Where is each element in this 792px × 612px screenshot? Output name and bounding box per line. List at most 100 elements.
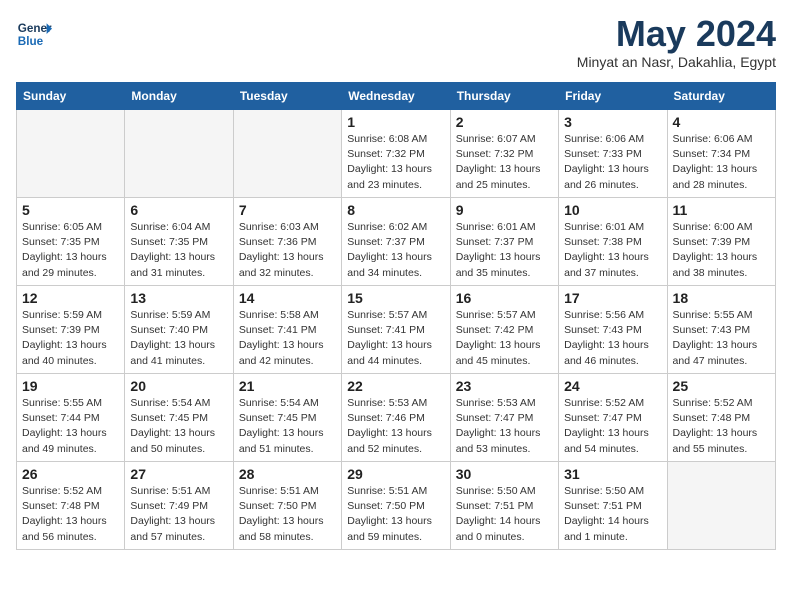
calendar-week-row: 19 Sunrise: 5:55 AMSunset: 7:44 PMDayligh… bbox=[17, 374, 776, 462]
day-number: 24 bbox=[564, 378, 661, 394]
day-info: Sunrise: 6:07 AMSunset: 7:32 PMDaylight:… bbox=[456, 132, 553, 193]
calendar-day-cell: 24 Sunrise: 5:52 AMSunset: 7:47 PMDayligh… bbox=[559, 374, 667, 462]
day-number: 10 bbox=[564, 202, 661, 218]
calendar-header-cell: Saturday bbox=[667, 83, 775, 110]
calendar-header-cell: Sunday bbox=[17, 83, 125, 110]
day-info: Sunrise: 5:56 AMSunset: 7:43 PMDaylight:… bbox=[564, 308, 661, 369]
day-number: 29 bbox=[347, 466, 444, 482]
calendar-week-row: 12Sunrise: 5:59 AMSunset: 7:39 PMDayligh… bbox=[17, 286, 776, 374]
day-number: 23 bbox=[456, 378, 553, 394]
day-info: Sunrise: 5:52 AMSunset: 7:47 PMDaylight:… bbox=[564, 396, 661, 457]
day-number: 11 bbox=[673, 202, 770, 218]
day-info: Sunrise: 5:53 AMSunset: 7:47 PMDaylight:… bbox=[456, 396, 553, 457]
day-info: Sunrise: 5:58 AMSunset: 7:41 PMDaylight:… bbox=[239, 308, 336, 369]
day-info: Sunrise: 6:06 AMSunset: 7:34 PMDaylight:… bbox=[673, 132, 770, 193]
calendar-week-row: 5Sunrise: 6:05 AMSunset: 7:35 PMDaylight… bbox=[17, 198, 776, 286]
calendar-day-cell: 10 Sunrise: 6:01 AMSunset: 7:38 PMDayligh… bbox=[559, 198, 667, 286]
calendar-day-cell: 3 Sunrise: 6:06 AMSunset: 7:33 PMDaylight… bbox=[559, 110, 667, 198]
day-number: 22 bbox=[347, 378, 444, 394]
day-number: 21 bbox=[239, 378, 336, 394]
calendar-day-cell: 2Sunrise: 6:07 AMSunset: 7:32 PMDaylight… bbox=[450, 110, 558, 198]
calendar-day-cell: 22Sunrise: 5:53 AMSunset: 7:46 PMDayligh… bbox=[342, 374, 450, 462]
calendar-day-cell: 21 Sunrise: 5:54 AMSunset: 7:45 PMDayligh… bbox=[233, 374, 341, 462]
calendar-header-cell: Friday bbox=[559, 83, 667, 110]
day-number: 20 bbox=[130, 378, 227, 394]
day-number: 30 bbox=[456, 466, 553, 482]
calendar-week-row: 26 Sunrise: 5:52 AMSunset: 7:48 PMDayligh… bbox=[17, 462, 776, 550]
logo: General Blue bbox=[16, 16, 52, 52]
calendar-day-cell: 7 Sunrise: 6:03 AMSunset: 7:36 PMDaylight… bbox=[233, 198, 341, 286]
day-info: Sunrise: 5:55 AMSunset: 7:43 PMDaylight:… bbox=[673, 308, 770, 369]
svg-text:Blue: Blue bbox=[18, 35, 44, 48]
day-info: Sunrise: 6:01 AMSunset: 7:37 PMDaylight:… bbox=[456, 220, 553, 281]
page-header: General Blue May 2024 Minyat an Nasr, Da… bbox=[16, 16, 776, 70]
day-info: Sunrise: 6:06 AMSunset: 7:33 PMDaylight:… bbox=[564, 132, 661, 193]
location: Minyat an Nasr, Dakahlia, Egypt bbox=[577, 54, 776, 70]
day-number: 31 bbox=[564, 466, 661, 482]
day-info: Sunrise: 5:50 AMSunset: 7:51 PMDaylight:… bbox=[456, 484, 553, 545]
calendar-day-cell: 25Sunrise: 5:52 AMSunset: 7:48 PMDayligh… bbox=[667, 374, 775, 462]
day-number: 19 bbox=[22, 378, 119, 394]
day-info: Sunrise: 5:59 AMSunset: 7:40 PMDaylight:… bbox=[130, 308, 227, 369]
day-info: Sunrise: 6:04 AMSunset: 7:35 PMDaylight:… bbox=[130, 220, 227, 281]
day-info: Sunrise: 6:01 AMSunset: 7:38 PMDaylight:… bbox=[564, 220, 661, 281]
calendar-day-cell: 6 Sunrise: 6:04 AMSunset: 7:35 PMDaylight… bbox=[125, 198, 233, 286]
day-number: 16 bbox=[456, 290, 553, 306]
day-info: Sunrise: 5:51 AMSunset: 7:50 PMDaylight:… bbox=[347, 484, 444, 545]
calendar-day-cell: 23 Sunrise: 5:53 AMSunset: 7:47 PMDayligh… bbox=[450, 374, 558, 462]
day-number: 6 bbox=[130, 202, 227, 218]
calendar-day-cell: 14 Sunrise: 5:58 AMSunset: 7:41 PMDayligh… bbox=[233, 286, 341, 374]
day-number: 8 bbox=[347, 202, 444, 218]
calendar-day-cell bbox=[667, 462, 775, 550]
calendar-day-cell: 26 Sunrise: 5:52 AMSunset: 7:48 PMDayligh… bbox=[17, 462, 125, 550]
title-block: May 2024 Minyat an Nasr, Dakahlia, Egypt bbox=[577, 16, 776, 70]
calendar-day-cell: 31 Sunrise: 5:50 AMSunset: 7:51 PMDayligh… bbox=[559, 462, 667, 550]
calendar-day-cell: 19 Sunrise: 5:55 AMSunset: 7:44 PMDayligh… bbox=[17, 374, 125, 462]
calendar-body: 1Sunrise: 6:08 AMSunset: 7:32 PMDaylight… bbox=[17, 110, 776, 550]
day-info: Sunrise: 6:03 AMSunset: 7:36 PMDaylight:… bbox=[239, 220, 336, 281]
day-info: Sunrise: 5:57 AMSunset: 7:42 PMDaylight:… bbox=[456, 308, 553, 369]
calendar-day-cell: 30 Sunrise: 5:50 AMSunset: 7:51 PMDayligh… bbox=[450, 462, 558, 550]
calendar-day-cell: 12Sunrise: 5:59 AMSunset: 7:39 PMDayligh… bbox=[17, 286, 125, 374]
day-number: 17 bbox=[564, 290, 661, 306]
calendar-day-cell bbox=[233, 110, 341, 198]
calendar-day-cell: 13Sunrise: 5:59 AMSunset: 7:40 PMDayligh… bbox=[125, 286, 233, 374]
calendar-table: SundayMondayTuesdayWednesdayThursdayFrid… bbox=[16, 82, 776, 550]
calendar-header-cell: Tuesday bbox=[233, 83, 341, 110]
calendar-day-cell: 20 Sunrise: 5:54 AMSunset: 7:45 PMDayligh… bbox=[125, 374, 233, 462]
day-number: 18 bbox=[673, 290, 770, 306]
calendar-day-cell: 1Sunrise: 6:08 AMSunset: 7:32 PMDaylight… bbox=[342, 110, 450, 198]
day-info: Sunrise: 6:00 AMSunset: 7:39 PMDaylight:… bbox=[673, 220, 770, 281]
calendar-day-cell: 5Sunrise: 6:05 AMSunset: 7:35 PMDaylight… bbox=[17, 198, 125, 286]
day-number: 7 bbox=[239, 202, 336, 218]
calendar-day-cell: 8 Sunrise: 6:02 AMSunset: 7:37 PMDaylight… bbox=[342, 198, 450, 286]
calendar-header-row: SundayMondayTuesdayWednesdayThursdayFrid… bbox=[17, 83, 776, 110]
day-info: Sunrise: 5:50 AMSunset: 7:51 PMDaylight:… bbox=[564, 484, 661, 545]
calendar-day-cell: 9Sunrise: 6:01 AMSunset: 7:37 PMDaylight… bbox=[450, 198, 558, 286]
calendar-day-cell: 29 Sunrise: 5:51 AMSunset: 7:50 PMDayligh… bbox=[342, 462, 450, 550]
day-info: Sunrise: 5:54 AMSunset: 7:45 PMDaylight:… bbox=[130, 396, 227, 457]
calendar-header-cell: Thursday bbox=[450, 83, 558, 110]
day-number: 15 bbox=[347, 290, 444, 306]
day-number: 12 bbox=[22, 290, 119, 306]
calendar-day-cell: 17 Sunrise: 5:56 AMSunset: 7:43 PMDayligh… bbox=[559, 286, 667, 374]
day-info: Sunrise: 5:51 AMSunset: 7:49 PMDaylight:… bbox=[130, 484, 227, 545]
calendar-header-cell: Wednesday bbox=[342, 83, 450, 110]
day-number: 25 bbox=[673, 378, 770, 394]
day-number: 3 bbox=[564, 114, 661, 130]
day-info: Sunrise: 6:02 AMSunset: 7:37 PMDaylight:… bbox=[347, 220, 444, 281]
month-title: May 2024 bbox=[577, 16, 776, 52]
day-number: 1 bbox=[347, 114, 444, 130]
calendar-day-cell: 16 Sunrise: 5:57 AMSunset: 7:42 PMDayligh… bbox=[450, 286, 558, 374]
day-info: Sunrise: 6:05 AMSunset: 7:35 PMDaylight:… bbox=[22, 220, 119, 281]
day-number: 28 bbox=[239, 466, 336, 482]
calendar-day-cell bbox=[125, 110, 233, 198]
day-info: Sunrise: 5:55 AMSunset: 7:44 PMDaylight:… bbox=[22, 396, 119, 457]
day-number: 14 bbox=[239, 290, 336, 306]
calendar-day-cell: 4Sunrise: 6:06 AMSunset: 7:34 PMDaylight… bbox=[667, 110, 775, 198]
calendar-day-cell: 28Sunrise: 5:51 AMSunset: 7:50 PMDayligh… bbox=[233, 462, 341, 550]
day-number: 26 bbox=[22, 466, 119, 482]
day-info: Sunrise: 5:52 AMSunset: 7:48 PMDaylight:… bbox=[22, 484, 119, 545]
day-info: Sunrise: 5:54 AMSunset: 7:45 PMDaylight:… bbox=[239, 396, 336, 457]
calendar-day-cell: 18 Sunrise: 5:55 AMSunset: 7:43 PMDayligh… bbox=[667, 286, 775, 374]
